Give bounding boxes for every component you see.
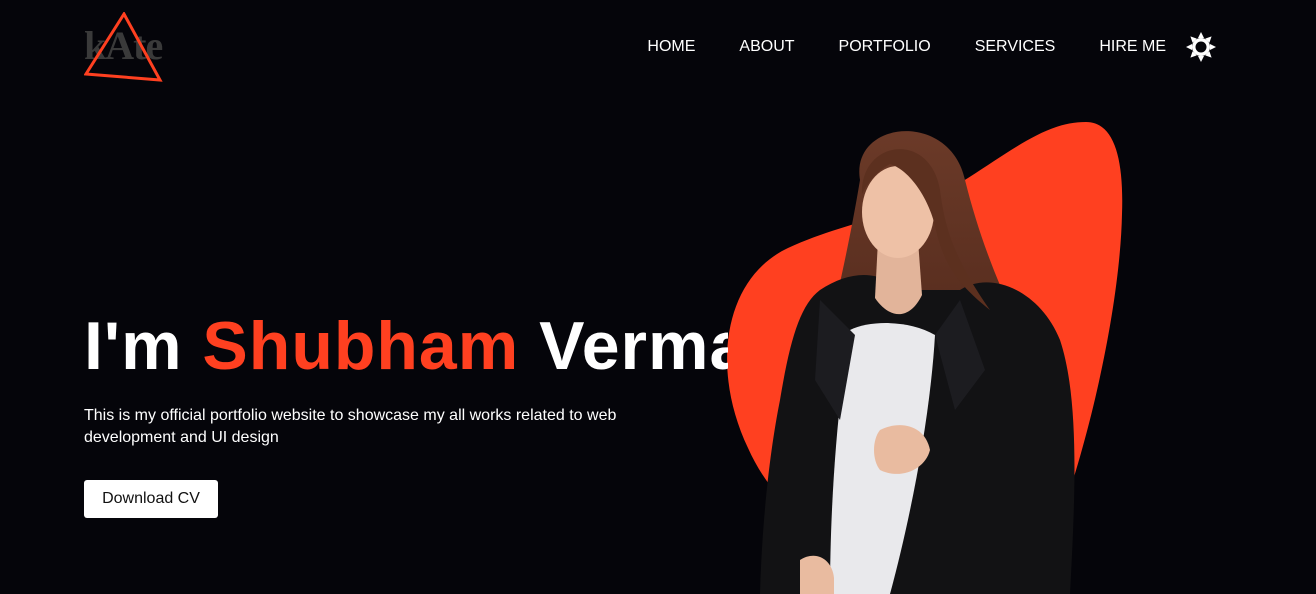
theme-toggle-button[interactable] (1184, 30, 1218, 64)
nav-services[interactable]: SERVICES (975, 30, 1056, 64)
download-cv-button[interactable]: Download CV (84, 480, 218, 518)
hero-title-name: Shubham (202, 308, 520, 384)
logo-triangle-icon (84, 12, 163, 82)
nav-home[interactable]: HOME (647, 30, 695, 64)
hero-title-prefix: I'm (84, 308, 203, 384)
hero-description: This is my official portfolio website to… (84, 407, 617, 446)
portrait-photo (760, 131, 1075, 594)
nav-portfolio[interactable]: PORTFOLIO (839, 30, 931, 64)
hero-title-suffix: Verma (519, 308, 728, 384)
sun-icon (1186, 32, 1216, 62)
nav-hire-me[interactable]: HIRE ME (1099, 30, 1166, 64)
brand-logo[interactable]: kAte (84, 12, 176, 84)
nav-about[interactable]: ABOUT (739, 30, 794, 64)
hero-title: I'm Shubham Verma (84, 308, 728, 384)
main-nav: HOME ABOUT PORTFOLIO SERVICES HIRE ME (647, 30, 1218, 64)
